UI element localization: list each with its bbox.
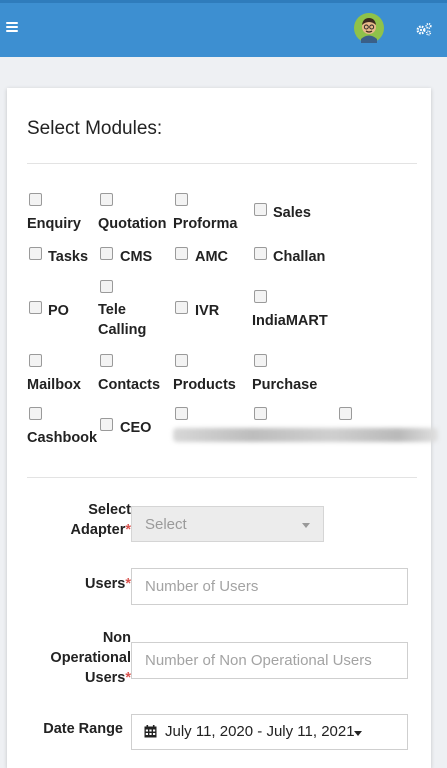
checkbox-contacts[interactable] bbox=[100, 354, 113, 367]
adapter-select[interactable]: Select bbox=[131, 506, 324, 542]
checkbox-module-19[interactable] bbox=[175, 407, 188, 420]
checkbox-challan[interactable] bbox=[254, 247, 267, 260]
adapter-select-value: Select bbox=[145, 516, 187, 533]
module-label-quotation: Quotation bbox=[98, 216, 167, 232]
module-label-po: PO bbox=[48, 303, 69, 319]
non-operational-users-label: Non Operational Users* bbox=[27, 628, 131, 688]
checkbox-sales[interactable] bbox=[254, 203, 267, 216]
checkbox-po[interactable] bbox=[29, 301, 42, 314]
module-settings-card: Select Modules: Enquiry Quotation Profor… bbox=[7, 88, 438, 768]
users-label: Users* bbox=[27, 574, 131, 594]
hamburger-icon[interactable] bbox=[6, 22, 18, 32]
checkbox-cashbook[interactable] bbox=[29, 407, 42, 420]
checkbox-proforma[interactable] bbox=[175, 193, 188, 206]
checkbox-mailbox[interactable] bbox=[29, 354, 42, 367]
checkbox-tasks[interactable] bbox=[29, 247, 42, 260]
gears-icon[interactable] bbox=[415, 22, 433, 36]
module-label-proforma: Proforma bbox=[173, 216, 238, 232]
date-range-label: Date Range bbox=[27, 719, 123, 739]
divider bbox=[27, 163, 417, 164]
checkbox-amc[interactable] bbox=[175, 247, 188, 260]
module-label-products: Products bbox=[173, 377, 236, 393]
top-edge bbox=[0, 0, 447, 3]
module-label-challan: Challan bbox=[273, 249, 326, 265]
module-label-enquiry: Enquiry bbox=[27, 216, 81, 232]
module-label-ceo: CEO bbox=[120, 420, 152, 436]
checkbox-quotation[interactable] bbox=[100, 193, 113, 206]
checkbox-indiamart[interactable] bbox=[254, 290, 267, 303]
date-range-label-text: Date Range bbox=[43, 721, 123, 737]
module-label-ivr: IVR bbox=[195, 303, 220, 319]
caret-down-icon bbox=[354, 731, 362, 736]
checkbox-purchase[interactable] bbox=[254, 354, 267, 367]
users-label-text: Users bbox=[85, 576, 126, 592]
module-label-indiamart: IndiaMART bbox=[252, 313, 328, 329]
blurred-module-labels bbox=[173, 428, 438, 442]
module-label-mailbox: Mailbox bbox=[27, 377, 81, 393]
module-label-contacts: Contacts bbox=[98, 377, 161, 393]
non-operational-users-input[interactable] bbox=[131, 642, 408, 679]
date-range-picker[interactable]: July 11, 2020 - July 11, 2021 bbox=[131, 714, 408, 750]
module-label-tasks: Tasks bbox=[48, 249, 89, 265]
calendar-icon bbox=[144, 725, 157, 738]
module-label-tele-calling: Tele Calling bbox=[98, 302, 147, 338]
module-label-cashbook: Cashbook bbox=[27, 430, 98, 446]
user-avatar[interactable] bbox=[354, 13, 384, 43]
users-input[interactable] bbox=[131, 568, 408, 605]
date-range-value: July 11, 2020 - July 11, 2021 bbox=[165, 723, 355, 740]
module-label-cms: CMS bbox=[120, 249, 153, 265]
checkbox-enquiry[interactable] bbox=[29, 193, 42, 206]
non-operational-users-label-text: Non Operational Users bbox=[50, 630, 131, 686]
modules-title: Select Modules: bbox=[27, 118, 163, 139]
adapter-label: Select Adapter* bbox=[27, 500, 131, 540]
checkbox-tele-calling[interactable] bbox=[100, 280, 113, 293]
top-navigation-bar bbox=[0, 0, 447, 57]
adapter-label-text: Select Adapter bbox=[70, 502, 131, 538]
checkbox-module-21[interactable] bbox=[339, 407, 352, 420]
checkbox-cms[interactable] bbox=[100, 247, 113, 260]
module-label-amc: AMC bbox=[195, 249, 229, 265]
module-label-purchase: Purchase bbox=[252, 377, 318, 393]
module-label-sales: Sales bbox=[273, 205, 311, 221]
chevron-down-icon bbox=[302, 523, 310, 528]
divider bbox=[27, 477, 417, 478]
checkbox-module-20[interactable] bbox=[254, 407, 267, 420]
checkbox-products[interactable] bbox=[175, 354, 188, 367]
checkbox-ivr[interactable] bbox=[175, 301, 188, 314]
checkbox-ceo[interactable] bbox=[100, 418, 113, 431]
